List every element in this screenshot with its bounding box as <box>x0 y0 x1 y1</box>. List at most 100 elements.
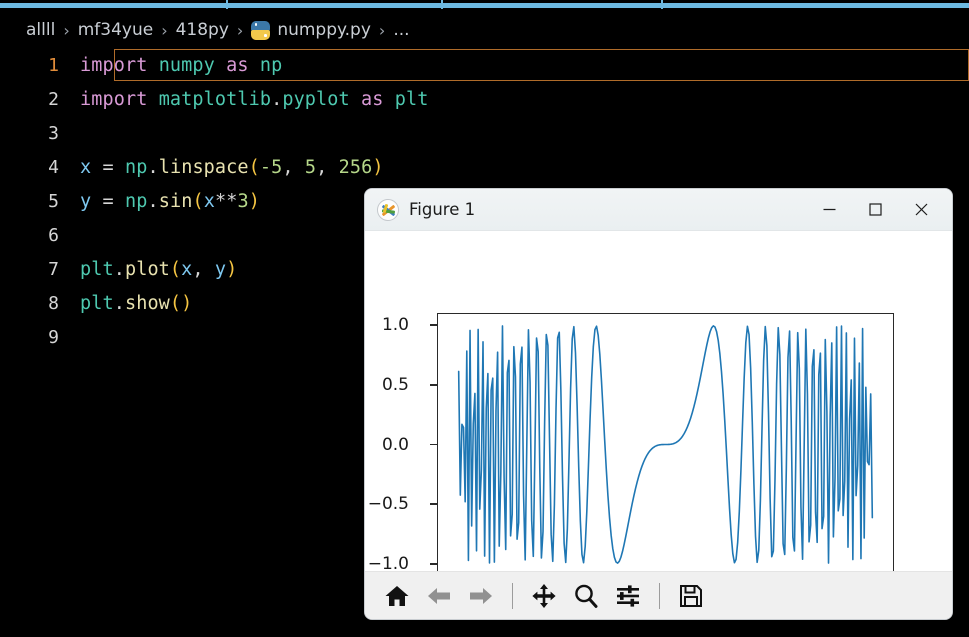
configure-subplots-button[interactable] <box>608 576 648 616</box>
figure-canvas[interactable]: −1.0−0.50.00.51.0 −4−2024 <box>365 231 952 601</box>
line-number: 2 <box>48 88 59 110</box>
code-token: plt <box>80 258 114 280</box>
code-token: -5 <box>259 156 283 178</box>
code-line-text: x = np.linspace(-5, 5, 256) <box>76 157 384 178</box>
code-token: show <box>124 292 170 314</box>
zoom-button[interactable] <box>566 576 606 616</box>
chevron-right-icon: › <box>236 20 244 40</box>
code-line-3[interactable]: 3 <box>0 116 969 150</box>
code-line-2[interactable]: 2 import matplotlib.pyplot as plt <box>0 82 969 116</box>
screen: allll › mf34yue › 418py › numppy.py › ..… <box>0 0 969 637</box>
code-token: numpy <box>158 54 215 76</box>
chevron-right-icon: › <box>161 20 168 40</box>
maximize-icon[interactable] <box>852 189 898 230</box>
code-token: x <box>203 190 215 212</box>
code-token: matplotlib <box>158 88 272 110</box>
matplotlib-icon <box>377 198 399 221</box>
forward-button[interactable] <box>461 576 501 616</box>
toolbar-separator <box>659 582 660 609</box>
y-tick-label: −0.5 <box>367 494 409 515</box>
chevron-right-icon: › <box>378 20 386 40</box>
breadcrumb-item-overflow[interactable]: ... <box>393 20 409 40</box>
code-line-text: import numpy as np <box>76 55 282 76</box>
accent-tick <box>441 0 443 9</box>
y-tick-label: 1.0 <box>381 314 409 335</box>
figure-toolbar[interactable] <box>365 571 952 619</box>
back-button[interactable] <box>419 576 459 616</box>
code-token: 5 <box>304 156 317 178</box>
code-token: ) <box>372 156 384 178</box>
y-tick-mark <box>430 503 437 506</box>
line-number: 9 <box>48 326 59 348</box>
code-token: import <box>80 54 148 76</box>
y-tick-mark <box>430 563 437 565</box>
code-token: ( <box>192 190 204 212</box>
code-token: . <box>147 190 159 212</box>
code-line-text: import matplotlib.pyplot as plt <box>76 89 428 110</box>
figure-titlebar[interactable]: Figure 1 <box>365 189 952 231</box>
python-file-icon <box>251 20 271 40</box>
code-token: . <box>113 292 125 314</box>
code-line-text: plt.show() <box>76 293 192 314</box>
y-tick-mark <box>430 383 437 386</box>
code-token: ) <box>181 292 193 314</box>
code-token: = <box>102 156 114 178</box>
code-token: , <box>192 258 204 280</box>
pan-button[interactable] <box>524 576 564 616</box>
save-button[interactable] <box>671 576 711 616</box>
code-token: . <box>271 88 283 110</box>
breadcrumb-item-folder-root[interactable]: allll <box>26 20 55 40</box>
code-line-1[interactable]: 1 import numpy as np <box>0 48 969 82</box>
accent-tick <box>661 0 663 9</box>
code-token: plt <box>394 88 429 110</box>
code-token: 3 <box>237 190 249 212</box>
code-token: np <box>125 156 148 178</box>
y-tick-mark <box>430 443 437 446</box>
y-tick-label: 0.0 <box>381 434 409 455</box>
line-number: 1 <box>48 54 59 76</box>
code-token: x <box>181 258 193 280</box>
breadcrumb-item-file[interactable]: numppy.py <box>277 20 371 40</box>
code-token: . <box>147 156 159 178</box>
code-token: ) <box>248 190 260 212</box>
code-token: plot <box>124 258 170 280</box>
breadcrumb-item-folder-2[interactable]: 418py <box>176 20 229 40</box>
top-accent-strip <box>0 0 969 12</box>
home-button[interactable] <box>377 576 417 616</box>
code-token: ) <box>226 258 238 280</box>
y-tick-label: 0.5 <box>381 374 409 395</box>
code-token: 256 <box>338 156 373 178</box>
code-line-4[interactable]: 4 x = np.linspace(-5, 5, 256) <box>0 150 969 184</box>
line-number: 5 <box>48 190 59 212</box>
code-line-text: y = np.sin(x**3) <box>76 191 260 212</box>
code-token: , <box>316 156 328 178</box>
code-token: np <box>125 190 148 212</box>
code-token: x <box>80 156 92 178</box>
minimize-icon[interactable] <box>806 189 852 230</box>
breadcrumb-item-folder-1[interactable]: mf34yue <box>78 20 153 40</box>
line-number: 4 <box>48 156 59 178</box>
line-number: 8 <box>48 292 59 314</box>
code-token: ** <box>214 190 238 212</box>
code-token: , <box>282 156 294 178</box>
figure-window[interactable]: Figure 1 −1.0−0.50.00.51.0 −4−2024 <box>364 188 953 620</box>
code-token: ( <box>169 292 182 314</box>
code-token: import <box>80 88 148 110</box>
code-token: pyplot <box>282 88 350 110</box>
close-icon[interactable] <box>898 189 944 230</box>
line-number: 3 <box>48 122 59 144</box>
plot-line-series <box>438 314 893 575</box>
breadcrumb[interactable]: allll › mf34yue › 418py › numppy.py › ..… <box>0 12 969 48</box>
accent-band <box>0 3 969 8</box>
toolbar-separator <box>512 582 513 609</box>
